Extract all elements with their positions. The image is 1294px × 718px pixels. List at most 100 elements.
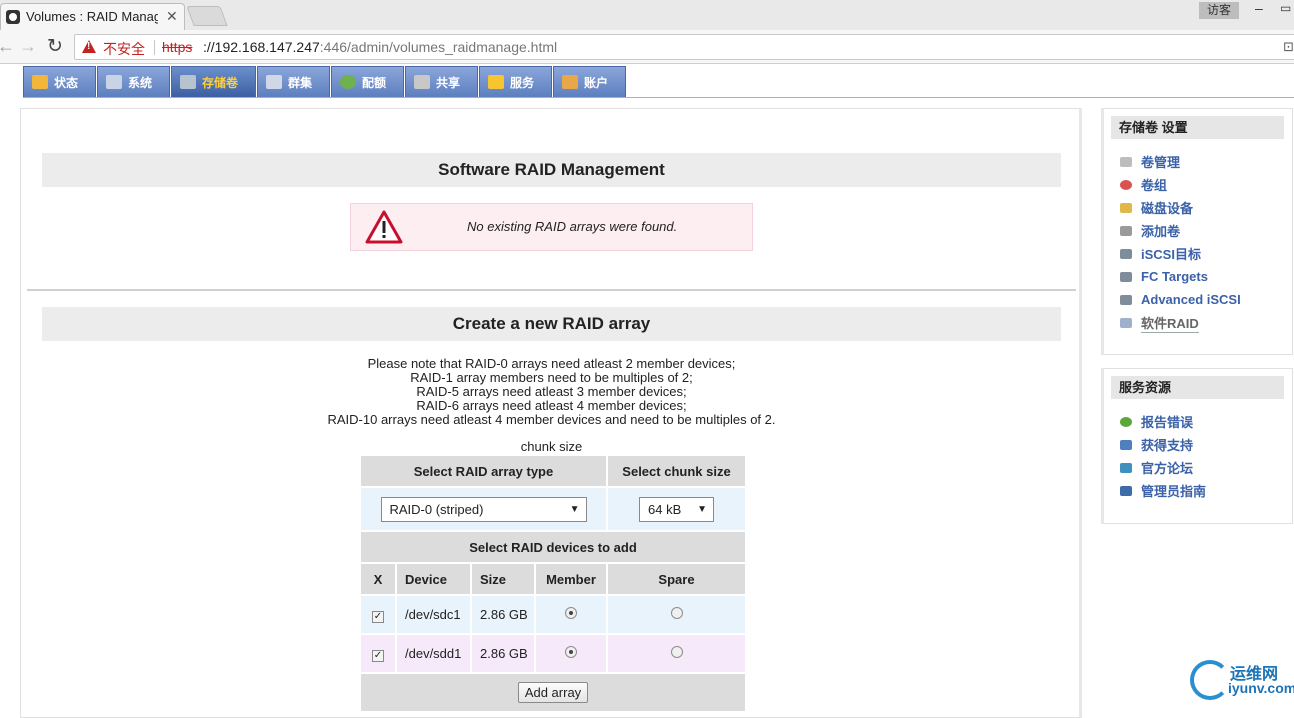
member-cell	[536, 596, 606, 633]
watermark-ring-icon	[1190, 660, 1230, 700]
sidebar-item-add-volume[interactable]: 添加卷	[1120, 219, 1292, 242]
minimize-window-icon[interactable]: –	[1255, 0, 1263, 16]
column-header-device: Device	[397, 564, 470, 594]
disk-device-icon	[1120, 202, 1132, 213]
sidebar-item-label: iSCSI目标	[1141, 247, 1201, 262]
column-header-spare: Spare	[608, 564, 745, 594]
share-icon	[414, 75, 430, 89]
nav-tab-accounts[interactable]: 账户	[553, 66, 626, 98]
book-icon	[1120, 485, 1132, 496]
disk-icon	[180, 75, 196, 89]
nav-tab-shares[interactable]: 共享	[405, 66, 478, 98]
array-type-cell: RAID-0 (striped) ▼	[361, 488, 606, 530]
volume-icon	[1120, 156, 1132, 167]
browser-tab[interactable]: Volumes : RAID Manag ✕	[0, 3, 185, 30]
raid-management-title: Software RAID Management	[42, 153, 1061, 187]
chunk-size-header: Select chunk size	[608, 456, 745, 486]
note-line: RAID-10 arrays need atleast 4 member dev…	[327, 412, 776, 427]
raid-requirements-note: Please note that RAID-0 arrays need atle…	[42, 357, 1061, 427]
status-icon	[32, 75, 48, 89]
back-arrow-icon[interactable]: ←	[0, 36, 15, 57]
nav-tab-system[interactable]: 系统	[97, 66, 170, 98]
sidebar-item-forum[interactable]: 官方论坛	[1120, 456, 1292, 479]
device-checkbox[interactable]: ✓	[372, 610, 384, 623]
insecure-label[interactable]: 不安全	[103, 39, 145, 59]
sidebar-item-get-support[interactable]: 获得支持	[1120, 433, 1292, 456]
sidebar-item-label: 磁盘设备	[1141, 201, 1194, 216]
sidebar-item-label: 卷组	[1141, 178, 1168, 193]
column-header-member: Member	[536, 564, 606, 594]
sidebar-item-report-bug[interactable]: 报告错误	[1120, 410, 1292, 433]
address-bar[interactable]: 不安全 https ://192.168.147.247:446/admin/v…	[74, 34, 1294, 60]
forum-icon	[1120, 462, 1132, 473]
site-favicon-icon	[6, 10, 20, 24]
server-icon	[1120, 271, 1132, 282]
browser-tab-strip: Volumes : RAID Manag ✕ 访客 – ▭	[0, 0, 1294, 30]
nav-tab-label: 系统	[128, 75, 153, 90]
add-array-button[interactable]: Add array	[517, 682, 589, 703]
sidebar-item-label: 添加卷	[1141, 224, 1181, 239]
device-checkbox[interactable]: ✓	[372, 649, 384, 662]
nav-tab-label: 账户	[584, 75, 609, 90]
sidebar-item-disk-devices[interactable]: 磁盘设备	[1120, 196, 1292, 219]
sidebar-item-volume-management[interactable]: 卷管理	[1120, 150, 1292, 173]
sidebar-item-software-raid[interactable]: 软件RAID	[1120, 311, 1292, 334]
member-radio[interactable]	[565, 646, 577, 658]
new-tab-button[interactable]	[186, 6, 228, 26]
sidebar-item-fc-targets[interactable]: FC Targets	[1120, 265, 1292, 288]
nav-underline	[23, 97, 1294, 98]
chunk-size-cell: 64 kB ▼	[608, 488, 745, 530]
nav-tab-services[interactable]: 服务	[479, 66, 552, 98]
nav-tab-label: 共享	[436, 75, 461, 90]
url-path: :446/admin/volumes_raidmanage.html	[319, 39, 558, 55]
site-watermark-logo: 运维网 iyunv.com	[1188, 658, 1294, 704]
warning-icon	[365, 210, 403, 244]
spare-radio[interactable]	[670, 607, 683, 619]
sidebar-item-label: 获得支持	[1141, 438, 1194, 453]
sidebar-item-admin-guide[interactable]: 管理员指南	[1120, 479, 1292, 502]
reload-icon[interactable]: ↻	[47, 35, 63, 58]
sidebar-item-label: 官方论坛	[1141, 461, 1194, 476]
create-array-title: Create a new RAID array	[42, 307, 1061, 341]
chunk-size-caption: chunk size	[520, 439, 583, 454]
guest-profile-badge[interactable]: 访客	[1199, 2, 1239, 19]
nav-tab-volumes[interactable]: 存储卷	[171, 66, 256, 98]
browser-toolbar: ← → ↻ 不安全 https ://192.168.147.247:446/a…	[0, 30, 1294, 64]
dropdown-arrow-icon: ▼	[569, 503, 580, 515]
nav-tab-status[interactable]: 状态	[23, 66, 96, 98]
volume-settings-list: 卷管理 卷组 磁盘设备 添加卷 iSCSI目标 FC Targets Advan…	[1120, 150, 1292, 334]
nav-tab-quota[interactable]: 配额	[331, 66, 404, 98]
raid-icon	[1120, 317, 1132, 328]
chunk-size-select[interactable]: 64 kB ▼	[639, 496, 714, 522]
no-arrays-alert: No existing RAID arrays were found.	[350, 203, 753, 251]
nav-tab-label: 存储卷	[202, 75, 239, 90]
device-name: /dev/sdc1	[397, 596, 470, 633]
close-tab-icon[interactable]: ✕	[166, 8, 178, 25]
service-resources-title: 服务资源	[1111, 376, 1284, 399]
page-action-icon[interactable]: ⊡	[1283, 39, 1294, 55]
forward-arrow-icon[interactable]: →	[19, 36, 37, 57]
bug-icon	[1120, 416, 1132, 427]
sidebar-item-volume-groups[interactable]: 卷组	[1120, 173, 1292, 196]
spare-radio[interactable]	[670, 646, 683, 658]
device-size: 2.86 GB	[472, 635, 534, 672]
nav-tab-label: 群集	[288, 75, 313, 90]
dropdown-arrow-icon: ▼	[697, 503, 707, 515]
accounts-icon	[562, 75, 578, 89]
sidebar-item-label: 卷管理	[1141, 155, 1181, 170]
sidebar-item-iscsi-targets[interactable]: iSCSI目标	[1120, 242, 1292, 265]
nav-tab-cluster[interactable]: 群集	[257, 66, 330, 98]
server-icon	[1120, 294, 1132, 305]
table-row: ✓ /dev/sdd1 2.86 GB	[361, 635, 745, 672]
sidebar-item-label: FC Targets	[1141, 269, 1208, 284]
sidebar-item-advanced-iscsi[interactable]: Advanced iSCSI	[1120, 288, 1292, 311]
member-radio[interactable]	[565, 607, 577, 619]
raid-type-select[interactable]: RAID-0 (striped) ▼	[380, 496, 587, 522]
note-line: RAID-5 arrays need atleast 3 member devi…	[416, 384, 687, 399]
maximize-window-icon[interactable]: ▭	[1280, 1, 1291, 15]
note-line: RAID-6 arrays need atleast 4 member devi…	[416, 398, 687, 413]
nav-tab-label: 状态	[54, 75, 79, 90]
main-content-panel: Software RAID Management No existing RAI…	[20, 108, 1082, 718]
sidebar-item-label: 报告错误	[1141, 415, 1194, 430]
array-type-header: Select RAID array type	[361, 456, 606, 486]
